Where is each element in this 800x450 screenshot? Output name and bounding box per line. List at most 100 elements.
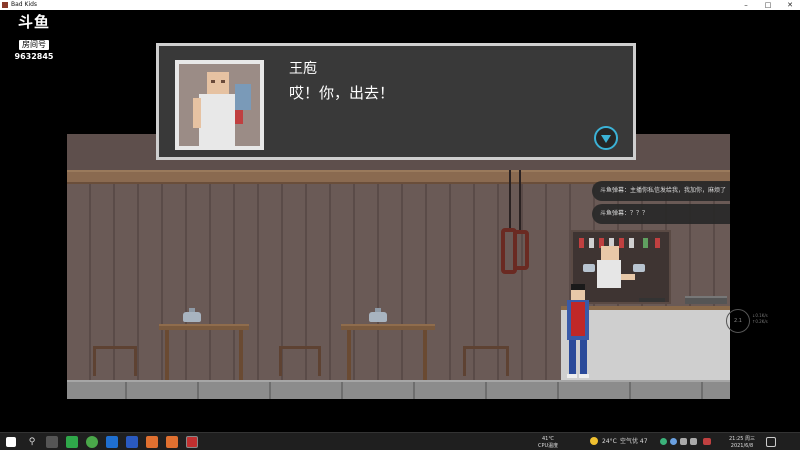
floor-seam [557, 382, 559, 399]
close-button[interactable]: ✕ [780, 0, 800, 10]
floor-seam [701, 382, 703, 399]
task-view-icon[interactable] [46, 436, 58, 448]
floor-seam [197, 382, 199, 399]
meat-hook [509, 170, 511, 232]
speed-label: ↓0.1K/s ↑0.2K/s [752, 313, 768, 324]
speaker-portrait [175, 60, 264, 150]
floor-seam [629, 382, 631, 399]
portrait-arm [193, 98, 201, 128]
player-shirt [571, 302, 585, 336]
grill [685, 296, 727, 304]
wall-plank [89, 184, 91, 380]
app-icon-orange[interactable] [146, 436, 158, 448]
stream-logo: 斗鱼 [17, 13, 50, 31]
bottle [655, 238, 660, 248]
wall-plank [353, 184, 355, 380]
floor-seam [485, 382, 487, 399]
app-icon-blue[interactable] [106, 436, 118, 448]
minimize-button[interactable]: – [736, 0, 756, 10]
wall-plank [449, 184, 451, 380]
app-icon-round[interactable] [86, 436, 98, 448]
clock-date[interactable]: 2021/6/8 [724, 443, 760, 449]
table-leg [165, 330, 169, 380]
wall-plank [257, 184, 259, 380]
speed-widget[interactable]: 2.1 [726, 309, 750, 333]
speaker-name: 王庖 [289, 61, 317, 77]
wall-plank [401, 184, 403, 380]
chef-body [597, 260, 621, 288]
clock-time[interactable]: 21:25 周三 [724, 436, 760, 442]
player-leg [580, 340, 587, 376]
tray-icon[interactable] [703, 438, 711, 445]
tray-icon[interactable] [660, 438, 667, 445]
portrait-handle [235, 110, 243, 124]
player-head [571, 290, 585, 300]
chef-head [601, 246, 619, 260]
tray-icon[interactable] [670, 438, 677, 445]
weather-temp: 24°C [602, 438, 617, 445]
table-leg [239, 330, 243, 380]
wall-plank [161, 184, 163, 380]
bottle [643, 238, 648, 248]
portrait-body [199, 94, 235, 146]
bottle [619, 238, 624, 248]
chat-message: 斗鱼弹幕：主播你私信发给我，我加你，麻烦了 [592, 181, 730, 201]
stool [463, 346, 509, 376]
app-icon [2, 2, 8, 8]
app-icon-steam[interactable] [126, 436, 138, 448]
game-window: Bad Kids – □ ✕ 斗鱼 房间号 9632845 斗鱼弹幕：主播你私信… [0, 0, 800, 450]
maximize-button[interactable]: □ [758, 0, 778, 10]
search-icon[interactable]: ⚲ [26, 436, 38, 448]
portrait-cleaver [235, 84, 251, 110]
dialog-box: 王庖 哎！你，出去！ [156, 43, 636, 160]
table-leg [347, 330, 351, 380]
player-shoe [567, 374, 577, 378]
floor-seam [413, 382, 415, 399]
stool [279, 346, 321, 376]
weather-moon-icon [590, 437, 598, 445]
teapot [369, 308, 387, 322]
wall-plank [329, 184, 331, 380]
hanging-sausage [513, 230, 529, 270]
wall-plank [521, 184, 523, 380]
room-id: 9632845 [14, 52, 54, 61]
cpu-temp: 41℃ [542, 436, 554, 442]
dialog-text: 哎！你，出去！ [289, 84, 395, 102]
bottle [589, 238, 594, 248]
bottle [579, 238, 584, 248]
room-tag: 房间号 [19, 40, 49, 50]
table-leg [423, 330, 427, 380]
chat-message: 斗鱼弹幕：？？？ [592, 204, 730, 224]
player-leg [569, 340, 576, 376]
dialog-next-button[interactable] [594, 126, 618, 150]
windows-start-icon[interactable] [6, 437, 16, 447]
app-icon-game[interactable] [186, 436, 198, 448]
cpu-label: CPU温度 [538, 443, 559, 449]
wall-plank [545, 184, 547, 380]
stream-overlay: 斗鱼 房间号 9632845 [8, 12, 60, 61]
floor-seam [341, 382, 343, 399]
cup [633, 264, 645, 272]
wall-plank [233, 184, 235, 380]
title-bar: Bad Kids – □ ✕ [0, 0, 800, 10]
meat-hook [519, 170, 521, 232]
knife [639, 298, 665, 302]
air-quality: 空气优 47 [620, 438, 648, 445]
tray-icon[interactable] [680, 438, 687, 445]
player-shoe [579, 374, 589, 378]
chef-arm [621, 274, 635, 280]
bottle [629, 238, 634, 248]
floor-seam [125, 382, 127, 399]
floor-seam [269, 382, 271, 399]
app-icon-orange-2[interactable] [166, 436, 178, 448]
teapot [183, 308, 201, 322]
app-icon-green[interactable] [66, 436, 78, 448]
cup [583, 264, 595, 272]
notification-icon[interactable] [766, 437, 776, 447]
game-scene [67, 134, 730, 399]
wall-plank [137, 184, 139, 380]
network-icon[interactable] [690, 438, 697, 445]
taskbar: ⚲ 41℃ CPU温度 24°C 空气优 47 21:25 周三 2021/6/… [0, 432, 800, 450]
table [159, 324, 249, 330]
wall-plank [377, 184, 379, 380]
